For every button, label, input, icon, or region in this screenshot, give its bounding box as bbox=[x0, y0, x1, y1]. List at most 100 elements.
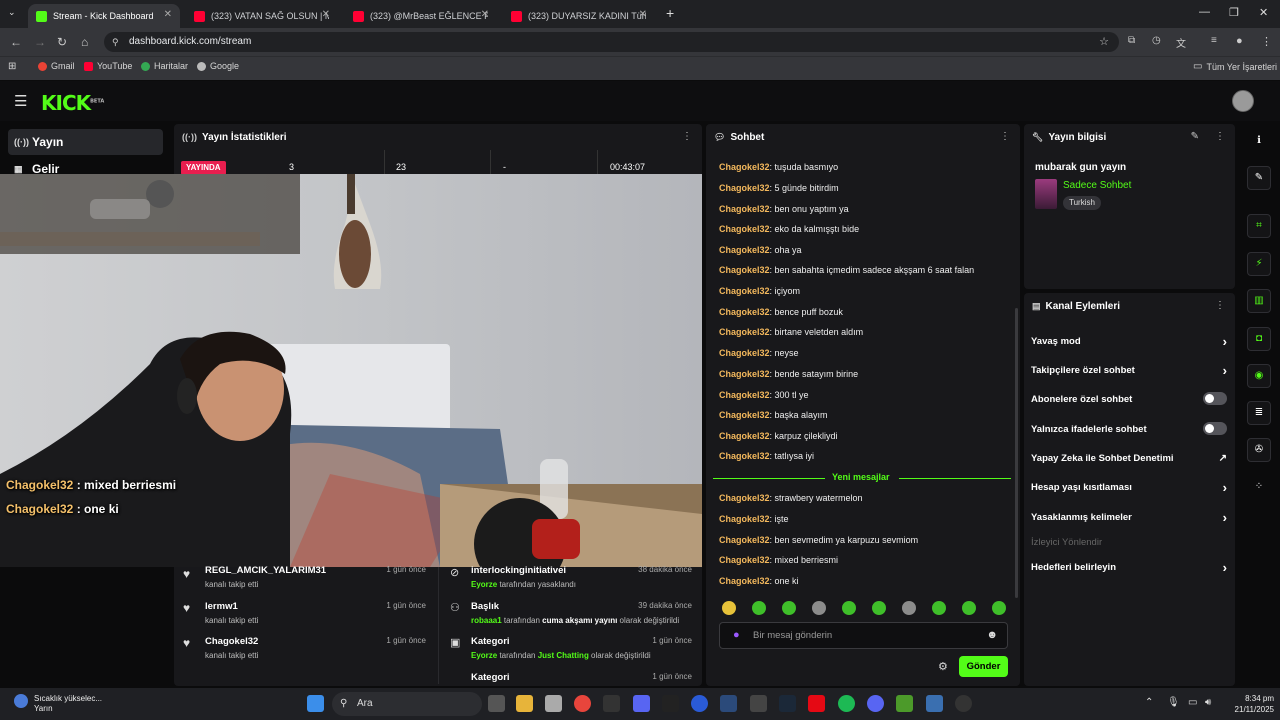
translate-icon[interactable]: 文 bbox=[1176, 35, 1186, 50]
edit-layout-icon[interactable]: ✎ bbox=[1247, 166, 1271, 190]
weather-icon[interactable] bbox=[14, 694, 28, 708]
home-icon[interactable]: ⌂ bbox=[81, 35, 88, 49]
volume-icon[interactable]: 🔊︎ bbox=[1205, 697, 1211, 708]
chat-username[interactable]: Chagokel32 bbox=[719, 390, 770, 400]
site-info-icon[interactable]: ⚲ bbox=[112, 32, 119, 52]
close-window-icon[interactable]: ✕ bbox=[1259, 6, 1268, 19]
layers-icon[interactable]: ≣ bbox=[1247, 401, 1271, 425]
minecraft-icon[interactable] bbox=[896, 695, 913, 712]
close-tab-icon[interactable]: ✕ bbox=[639, 9, 647, 20]
discord-icon[interactable] bbox=[867, 695, 884, 712]
all-bookmarks[interactable]: ▭ Tüm Yer İşaretleri bbox=[1193, 61, 1277, 72]
store-icon[interactable] bbox=[545, 695, 562, 712]
kick-logo[interactable]: KICKBETA bbox=[41, 91, 104, 115]
netflix-icon[interactable] bbox=[808, 695, 825, 712]
minimize-icon[interactable]: — bbox=[1199, 6, 1210, 18]
capcut-icon[interactable] bbox=[662, 695, 679, 712]
bookmark-gmail[interactable]: Gmail bbox=[38, 61, 75, 71]
close-tab-icon[interactable]: ✕ bbox=[322, 9, 330, 20]
chat-message[interactable]: Chagokel32: tuşuda basmıyo bbox=[719, 162, 838, 172]
chat-message[interactable]: Chagokel32: bence puff bozuk bbox=[719, 307, 843, 317]
chat-username[interactable]: Chagokel32 bbox=[719, 265, 770, 275]
chat-scrollbar[interactable] bbox=[1015, 308, 1018, 598]
chat-username[interactable]: Chagokel32 bbox=[719, 369, 770, 379]
word-icon[interactable] bbox=[603, 695, 620, 712]
taskbar-search[interactable]: ⚲ Ara bbox=[332, 692, 482, 716]
close-tab-icon[interactable]: ✕ bbox=[164, 9, 172, 20]
chat-username[interactable]: Chagokel32 bbox=[719, 204, 770, 214]
chat-message[interactable]: Chagokel32: içiyom bbox=[719, 286, 800, 296]
back-icon[interactable]: ← bbox=[10, 35, 22, 49]
chat-username[interactable]: Chagokel32 bbox=[719, 431, 770, 441]
channel-action-item[interactable]: Hesap yaşı kısıtlaması › bbox=[1031, 480, 1227, 495]
sidebar-item-yayin[interactable]: ((·)) Yayın bbox=[8, 129, 163, 155]
tab-youtube-1[interactable]: (323) VATAN SAĞ OLSUN | Mad ✕ bbox=[186, 4, 338, 28]
chat-username[interactable]: Chagokel32 bbox=[719, 183, 770, 193]
chat-message[interactable]: Chagokel32: one ki bbox=[719, 576, 799, 586]
forward-icon[interactable]: → bbox=[34, 35, 46, 49]
tab-search-icon[interactable]: ⌄ bbox=[8, 7, 16, 18]
toggle-switch[interactable] bbox=[1203, 422, 1227, 435]
chat-username[interactable]: Chagokel32 bbox=[719, 348, 770, 358]
epic-games-icon[interactable] bbox=[750, 695, 767, 712]
channel-action-item[interactable]: Yasaklanmış kelimeler › bbox=[1031, 510, 1227, 525]
emote-icon[interactable] bbox=[932, 601, 946, 615]
new-tab-icon[interactable]: + bbox=[666, 5, 674, 21]
stream-video[interactable]: Chagokel32 : mixed berriesmi Chagokel32 … bbox=[0, 174, 702, 567]
channel-action-item[interactable]: Takipçilere özel sohbet › bbox=[1031, 363, 1227, 378]
chat-username[interactable]: Chagokel32 bbox=[719, 162, 770, 172]
bookmark-youtube[interactable]: YouTube bbox=[84, 61, 132, 71]
profile-icon[interactable]: ● bbox=[1236, 35, 1243, 47]
app-icon[interactable] bbox=[955, 695, 972, 712]
chat-username[interactable]: Chagokel32 bbox=[719, 327, 770, 337]
emote-icon[interactable] bbox=[872, 601, 886, 615]
chat-username[interactable]: Chagokel32 bbox=[719, 576, 770, 586]
chat-username[interactable]: Chagokel32 bbox=[719, 514, 770, 524]
chat-message[interactable]: Chagokel32: tatlıysa iyi bbox=[719, 451, 814, 461]
tab-youtube-3[interactable]: (323) DUYARSIZ KADINI Türkiye ✕ bbox=[503, 4, 655, 28]
channel-action-item[interactable]: Yavaş mod › bbox=[1031, 334, 1227, 349]
chat-input[interactable]: ● Bir mesaj gönderin ☻ bbox=[719, 622, 1008, 649]
microphone-icon[interactable]: ● bbox=[733, 623, 740, 648]
emote-icon[interactable] bbox=[782, 601, 796, 615]
broadcast-tool-icon[interactable]: ◉ bbox=[1247, 364, 1271, 388]
channel-action-item[interactable]: Yapay Zeka ile Sohbet Denetimi ↗ bbox=[1031, 453, 1227, 464]
app-icon[interactable] bbox=[633, 695, 650, 712]
extensions-icon[interactable]: ⧉ bbox=[1128, 35, 1135, 46]
emote-icon[interactable] bbox=[752, 601, 766, 615]
history-icon[interactable]: ◷ bbox=[1152, 35, 1161, 46]
chat-message[interactable]: Chagokel32: oha ya bbox=[719, 245, 802, 255]
chat-message[interactable]: Chagokel32: mixed berriesmi bbox=[719, 555, 838, 565]
chat-message[interactable]: Chagokel32: karpuz çilekliydi bbox=[719, 431, 838, 441]
chrome-icon[interactable] bbox=[574, 695, 591, 712]
stream-info-more-icon[interactable]: ⋮ bbox=[1215, 131, 1225, 142]
channel-action-item[interactable]: Yalnızca ifadelerle sohbet bbox=[1031, 422, 1227, 435]
widgets-icon[interactable]: ⁘ bbox=[1247, 476, 1271, 500]
channel-action-item[interactable]: Hedefleri belirleyin › bbox=[1031, 560, 1227, 575]
chat-message[interactable]: Chagokel32: ben sabahta içmedim sadece a… bbox=[719, 265, 974, 275]
screenshot-icon[interactable]: ⌗ bbox=[1247, 214, 1271, 238]
toggle-switch[interactable] bbox=[1203, 392, 1227, 405]
task-view-icon[interactable] bbox=[488, 695, 505, 712]
url-bar[interactable]: ⚲ dashboard.kick.com/stream ☆ bbox=[104, 32, 1119, 52]
chat-message[interactable]: Chagokel32: neyse bbox=[719, 348, 799, 358]
network-icon[interactable]: ▭ bbox=[1188, 697, 1197, 708]
emote-icon[interactable] bbox=[722, 601, 736, 615]
clipboard-icon[interactable]: ▥ bbox=[1247, 289, 1271, 313]
tab-kick-dashboard[interactable]: Stream - Kick Dashboard ✕ bbox=[28, 4, 180, 28]
emoji-picker-icon[interactable]: ☻ bbox=[986, 623, 998, 648]
bookmark-star-icon[interactable]: ☆ bbox=[1099, 32, 1109, 52]
chat-username[interactable]: Chagokel32 bbox=[719, 493, 770, 503]
weather-widget[interactable]: Sıcaklık yükselec... Yarın bbox=[34, 694, 102, 714]
chat-message[interactable]: Chagokel32: eko da kalmışştı bide bbox=[719, 224, 859, 234]
microphone-tray-icon[interactable]: 🎙︎ bbox=[1167, 697, 1180, 708]
chat-username[interactable]: Chagokel32 bbox=[719, 555, 770, 565]
feed-item[interactable]: ⚇ Başlık robaaa1 tarafından cuma akşamı … bbox=[450, 601, 692, 625]
feed-item[interactable]: ▣ Kategori 1 gün önce bbox=[471, 672, 692, 684]
feed-item[interactable]: ♥ lermw1 kanalı takip etti 1 gün önce bbox=[183, 601, 426, 625]
chat-icon[interactable]: ◘ bbox=[1247, 327, 1271, 351]
emote-icon[interactable] bbox=[992, 601, 1006, 615]
close-tab-icon[interactable]: ✕ bbox=[481, 9, 489, 20]
chat-message[interactable]: Chagokel32: bende satayım birine bbox=[719, 369, 858, 379]
apps-grid-icon[interactable]: ⊞ bbox=[8, 61, 16, 72]
